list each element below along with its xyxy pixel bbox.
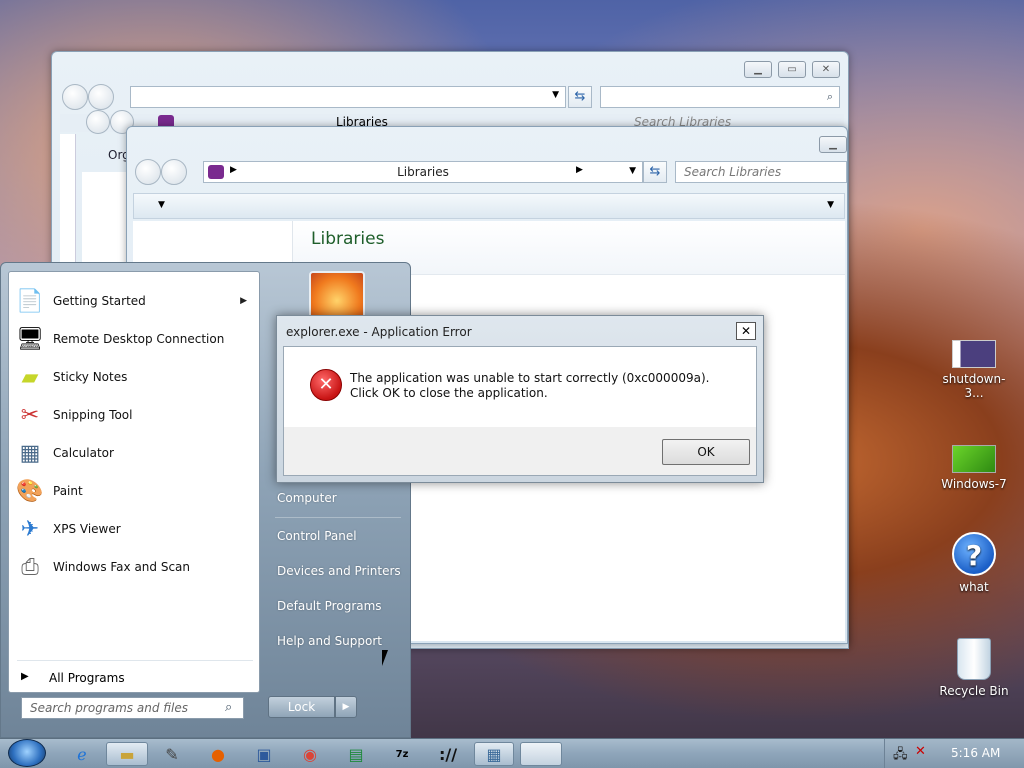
start-button[interactable] (8, 739, 46, 767)
taskbar: ℯ ▬ ✎ ● ▣ ◉ ▤ 7z :// ▦ 🖧 ✕ 5:16 AM (0, 738, 1024, 768)
taskbar-window-button[interactable] (520, 742, 562, 766)
program-paint[interactable]: 🎨 Paint (13, 474, 257, 508)
getting-started-icon: 📄 (16, 288, 44, 314)
sticky-notes-icon: ▰ (21, 364, 39, 390)
dialog-close-button[interactable]: ✕ (736, 322, 756, 340)
desktop-icon-recycle-bin[interactable]: Recycle Bin (934, 638, 1014, 698)
right-item-control-panel[interactable]: Control Panel (277, 529, 357, 543)
back-button[interactable] (62, 84, 88, 110)
notepad-icon[interactable]: ✎ (152, 742, 192, 766)
start-search-input[interactable]: Search programs and files (21, 697, 244, 719)
minimize-button[interactable]: ▁ (744, 61, 772, 78)
dialog-body: ✕ The application was unable to start co… (284, 347, 756, 427)
clock[interactable]: 5:16 AM (951, 746, 1000, 760)
program-snipping-tool[interactable]: ✂ Snipping Tool (13, 398, 257, 432)
chevron-down-icon: ▼ (629, 166, 636, 176)
image-file-icon (952, 445, 996, 473)
program-remote-desktop[interactable]: 🖥 Remote Desktop Connection (13, 322, 257, 356)
program-sticky-notes[interactable]: ▰ Sticky Notes (13, 360, 257, 394)
paint-icon: 🎨 (16, 478, 44, 504)
screenshot-app-icon[interactable]: ▦ (474, 742, 514, 766)
refresh-button[interactable]: ⇆ (568, 86, 592, 108)
ok-button[interactable]: OK (662, 439, 750, 465)
remote-desktop-taskbar-icon[interactable]: ▣ (244, 742, 284, 766)
firefox-icon[interactable]: ● (198, 742, 238, 766)
minimize-button[interactable]: ▁ (819, 136, 847, 153)
desktop-icon-shutdown[interactable]: shutdown-3... (934, 340, 1014, 400)
7zip-icon[interactable]: 7z (382, 742, 422, 766)
program-calculator[interactable]: ▦ Calculator (13, 436, 257, 470)
chevron-down-icon[interactable]: ▼ (158, 200, 165, 210)
all-programs[interactable]: ▶ All Programs (19, 670, 255, 688)
chevron-down-icon: ▼ (552, 90, 559, 100)
programs-list: 📄 Getting Started ▶ 🖥 Remote Desktop Con… (8, 271, 260, 693)
lock-button[interactable]: Lock (268, 696, 335, 718)
program-fax-scan[interactable]: ⎙ Windows Fax and Scan (13, 550, 257, 584)
refresh-button[interactable]: ⇆ (643, 161, 667, 183)
notification-area: 🖧 ✕ 5:16 AM (884, 739, 1024, 768)
right-item-devices-printers[interactable]: Devices and Printers (277, 564, 401, 578)
command-bar: ▼ ▼ (133, 193, 845, 219)
desktop-icon-what[interactable]: ? what (934, 532, 1014, 594)
network-icon[interactable]: 🖧 (893, 745, 908, 767)
desktop-icon-windows7[interactable]: Windows-7 (934, 445, 1014, 491)
user-picture[interactable] (309, 271, 365, 321)
divider (275, 517, 401, 518)
page-title: Libraries (311, 229, 385, 249)
breadcrumb-arrow-icon: ▶ (576, 165, 583, 175)
forward-button[interactable] (161, 159, 187, 185)
volume-muted-icon[interactable]: ✕ (915, 744, 926, 759)
dialog-title: explorer.exe - Application Error (286, 325, 472, 339)
search-box[interactable]: ⌕ (600, 86, 840, 108)
explorer-taskbar-icon[interactable]: ▬ (106, 742, 148, 766)
forward-button[interactable] (88, 84, 114, 110)
calculator-icon: ▦ (19, 440, 41, 466)
power-options-button[interactable]: ▶ (335, 696, 357, 718)
internet-explorer-icon[interactable]: ℯ (62, 742, 102, 766)
image-file-icon (952, 340, 996, 368)
program-xps-viewer[interactable]: ✈ XPS Viewer (13, 512, 257, 546)
terminal-icon[interactable]: :// (428, 742, 468, 766)
help-icon: ? (952, 532, 996, 576)
right-item-help-support[interactable]: Help and Support (277, 634, 382, 648)
xps-viewer-icon: ✈ (20, 516, 40, 542)
search-icon: ⌕ (826, 90, 833, 103)
back-button[interactable] (86, 110, 110, 134)
remote-desktop-icon: 🖥 (16, 326, 44, 352)
right-item-computer[interactable]: Computer (277, 491, 337, 505)
close-button[interactable]: ✕ (812, 61, 840, 78)
search-icon: ⌕ (225, 700, 233, 715)
chrome-icon[interactable]: ◉ (290, 742, 330, 766)
back-button[interactable] (135, 159, 161, 185)
arrow-right-icon: ▶ (21, 671, 29, 682)
fax-scan-icon: ⎙ (21, 554, 39, 580)
error-icon: ✕ (310, 369, 342, 401)
program-getting-started[interactable]: 📄 Getting Started ▶ (13, 284, 257, 318)
search-box[interactable]: Search Libraries (675, 161, 847, 183)
snipping-tool-icon: ✂ (20, 402, 40, 428)
error-dialog[interactable]: explorer.exe - Application Error ✕ ✕ The… (276, 315, 764, 483)
maximize-button[interactable]: ▭ (778, 61, 806, 78)
chevron-down-icon[interactable]: ▼ (827, 200, 834, 210)
dialog-message: The application was unable to start corr… (350, 371, 710, 400)
address-bar[interactable]: ▶ Libraries ▶ ▼ (203, 161, 643, 183)
recycle-bin-icon (957, 638, 991, 680)
submenu-arrow-icon: ▶ (240, 296, 247, 306)
mouse-cursor-icon (382, 650, 394, 666)
network-monitor-icon[interactable]: ▤ (336, 742, 376, 766)
right-item-default-programs[interactable]: Default Programs (277, 599, 382, 613)
divider (17, 660, 253, 661)
address-bar[interactable]: ▼ (130, 86, 566, 108)
dialog-content: ✕ The application was unable to start co… (283, 346, 757, 476)
